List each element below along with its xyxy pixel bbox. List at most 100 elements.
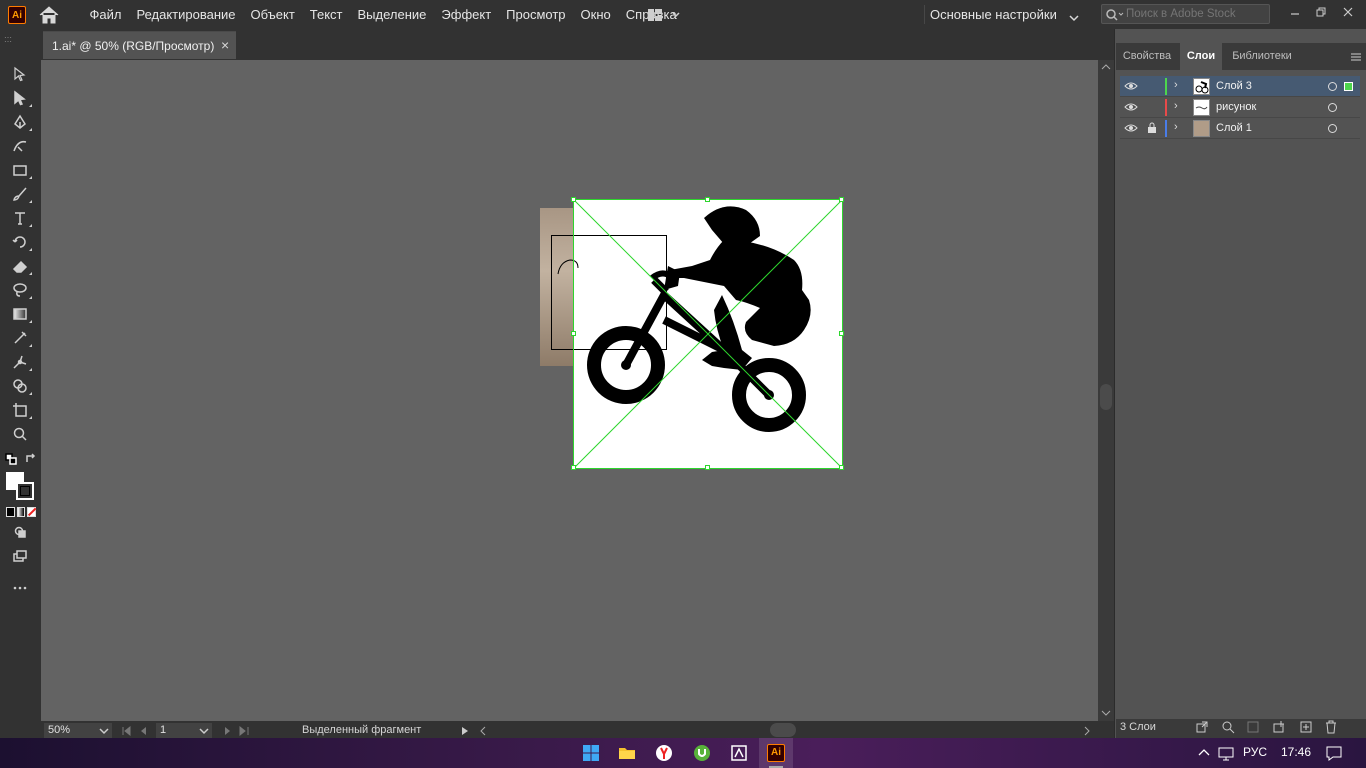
resize-handle-ne[interactable] <box>839 197 844 202</box>
notifications-icon[interactable] <box>1325 744 1343 762</box>
chevron-right-icon[interactable]: › <box>1174 121 1178 133</box>
lock-icon[interactable] <box>1147 122 1157 134</box>
rotate-tool-icon[interactable] <box>9 232 32 252</box>
selection-bounding-box[interactable] <box>571 197 844 470</box>
resize-handle-sw[interactable] <box>571 465 576 470</box>
file-explorer-icon[interactable] <box>618 744 636 762</box>
document-canvas[interactable] <box>41 60 1098 721</box>
export-icon[interactable] <box>1195 720 1209 734</box>
selection-tool-icon[interactable] <box>9 64 31 84</box>
vertical-scroll-thumb[interactable] <box>1100 384 1112 410</box>
panel-grip-icon[interactable]: ⋯ ⋯ <box>4 34 12 46</box>
paintbrush-tool-icon[interactable] <box>9 184 32 204</box>
arrange-documents-icon[interactable] <box>646 7 682 23</box>
layer-row[interactable]: › рисунок <box>1120 97 1360 118</box>
eye-icon[interactable] <box>1124 102 1138 112</box>
lasso-tool-icon[interactable] <box>9 280 32 300</box>
stock-search-field[interactable] <box>1101 4 1270 24</box>
scroll-left-icon[interactable] <box>478 724 488 736</box>
direct-selection-tool-icon[interactable] <box>9 88 32 108</box>
menu-window[interactable]: Окно <box>573 0 618 29</box>
yandex-browser-icon[interactable] <box>655 744 673 762</box>
color-mode-icon[interactable] <box>6 507 15 517</box>
none-mode-icon[interactable] <box>27 507 37 517</box>
gradient-mode-icon[interactable] <box>16 507 26 517</box>
input-language-indicator[interactable]: РУС <box>1243 745 1267 759</box>
puppet-warp-icon[interactable] <box>9 352 32 372</box>
layer-row[interactable]: › Слой 1 <box>1120 118 1360 139</box>
layer-row[interactable]: › Слой 3 <box>1120 76 1360 97</box>
panel-menu-icon[interactable] <box>1350 52 1362 62</box>
default-colors-icon[interactable] <box>4 452 18 466</box>
eye-icon[interactable] <box>1124 81 1138 91</box>
screen-mode-icon[interactable] <box>9 546 31 566</box>
rectangle-tool-icon[interactable] <box>9 160 32 180</box>
clipping-mask-icon[interactable] <box>1246 720 1260 734</box>
layer-target-icon[interactable] <box>1328 124 1337 133</box>
status-menu-arrow-icon[interactable] <box>460 724 470 736</box>
chevron-down-icon[interactable] <box>199 727 209 735</box>
close-window-button[interactable] <box>1334 0 1362 24</box>
trash-icon[interactable] <box>1324 720 1338 734</box>
menu-type[interactable]: Текст <box>302 0 350 29</box>
last-page-button[interactable] <box>220 724 252 738</box>
type-tool-icon[interactable] <box>9 208 32 228</box>
chevron-right-icon[interactable]: › <box>1174 100 1178 112</box>
swap-colors-icon[interactable] <box>24 452 38 466</box>
menu-effect[interactable]: Эффект <box>434 0 499 29</box>
resize-handle-se[interactable] <box>839 465 844 470</box>
draw-mode-icon[interactable] <box>9 522 31 542</box>
artboard-tool-icon[interactable] <box>9 400 32 420</box>
utorrent-icon[interactable] <box>693 744 711 762</box>
pen-tool-icon[interactable] <box>9 112 32 132</box>
menu-select[interactable]: Выделение <box>350 0 434 29</box>
scroll-right-icon[interactable] <box>1082 724 1092 736</box>
eye-icon[interactable] <box>1124 123 1138 133</box>
resize-handle-s[interactable] <box>705 465 710 470</box>
curvature-tool-icon[interactable] <box>9 136 31 156</box>
system-clock[interactable]: 17:46 <box>1281 745 1311 759</box>
tab-libraries[interactable]: Библиотеки <box>1226 43 1298 70</box>
menu-view[interactable]: Просмотр <box>499 0 573 29</box>
more-tools-icon[interactable] <box>9 578 31 598</box>
eraser-tool-icon[interactable] <box>9 256 32 276</box>
network-icon[interactable] <box>1217 744 1235 762</box>
scroll-down-icon[interactable] <box>1098 708 1114 718</box>
zoom-level-select[interactable]: 50% <box>44 723 112 738</box>
chevron-down-icon[interactable] <box>1068 10 1080 28</box>
close-tab-button[interactable]: × <box>221 37 229 53</box>
layer-target-icon[interactable] <box>1328 103 1337 112</box>
artboard-page-select[interactable]: 1 <box>156 723 212 738</box>
tab-properties[interactable]: Свойства <box>1116 43 1178 70</box>
stock-search-input[interactable] <box>1126 8 1266 20</box>
first-page-button[interactable] <box>120 724 152 738</box>
new-layer-icon[interactable] <box>1299 720 1313 734</box>
eyedropper-tool-icon[interactable] <box>9 328 32 348</box>
resize-handle-nw[interactable] <box>571 197 576 202</box>
horizontal-scroll-thumb[interactable] <box>770 723 796 737</box>
resize-handle-n[interactable] <box>705 197 710 202</box>
workspace-switcher[interactable]: Основные настройки <box>930 0 1057 29</box>
illustrator-taskbar-button[interactable]: Ai <box>759 738 793 768</box>
scroll-up-icon[interactable] <box>1098 62 1114 72</box>
resize-handle-w[interactable] <box>571 331 576 336</box>
layer-target-icon[interactable] <box>1328 82 1337 91</box>
gradient-tool-icon[interactable] <box>9 304 32 324</box>
menu-file[interactable]: Файл <box>82 0 129 29</box>
chevron-up-icon[interactable] <box>1195 744 1213 762</box>
app-launcher-icon[interactable] <box>730 744 748 762</box>
windows-start-icon[interactable] <box>582 744 600 762</box>
menu-object[interactable]: Объект <box>243 0 302 29</box>
tab-layers[interactable]: Слои <box>1180 43 1222 70</box>
document-tab[interactable]: 1.ai* @ 50% (RGB/Просмотр) × <box>43 31 236 59</box>
stroke-swatch[interactable] <box>16 482 34 500</box>
resize-handle-e[interactable] <box>839 331 844 336</box>
home-icon[interactable] <box>38 6 60 24</box>
locate-object-icon[interactable] <box>1221 720 1235 734</box>
restore-button[interactable] <box>1307 0 1335 24</box>
chevron-down-icon[interactable] <box>99 727 109 735</box>
menu-edit[interactable]: Редактирование <box>129 0 243 29</box>
shape-builder-icon[interactable] <box>9 376 32 396</box>
zoom-tool-icon[interactable] <box>9 424 31 444</box>
new-sublayer-icon[interactable] <box>1272 720 1286 734</box>
